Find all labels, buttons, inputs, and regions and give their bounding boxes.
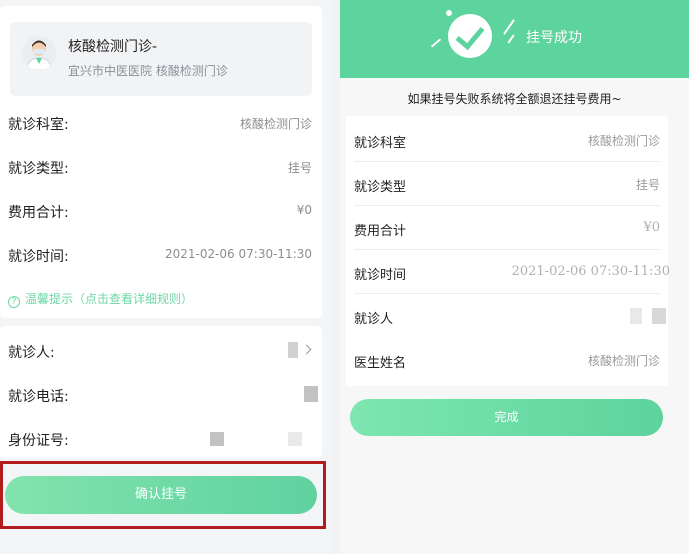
patient-name-redacted-2 [652, 308, 666, 324]
doctor-avatar [22, 36, 56, 70]
reminder-text: 温馨提示（点击查看详细规则） [25, 292, 194, 306]
refund-notice: 如果挂号失败系统将全额退还挂号费用~ [407, 92, 622, 106]
confirm-registration-screen: 核酸检测门诊- 宜兴市中医医院 核酸检测门诊 就诊科室: 核酸检测门诊 就诊类型… [0, 0, 330, 554]
department-row: 就诊科室: 核酸检测门诊 [8, 112, 312, 134]
visit-time-row: 就诊时间 2021-02-06 07:30-11:30 [354, 250, 670, 294]
chevron-right-icon [301, 344, 312, 355]
confirm-registration-button[interactable]: 确认挂号 [5, 476, 317, 514]
doctor-name-label: 医生姓名 [354, 356, 407, 371]
department-value: 核酸检测门诊 [587, 134, 660, 148]
department-label: 就诊科室 [354, 136, 407, 151]
sparkle-icon [446, 10, 452, 16]
visit-type-row: 就诊类型 挂号 [354, 162, 660, 206]
registration-details-card: 就诊科室 核酸检测门诊 就诊类型 挂号 费用合计 ¥0 就诊时间 2021-02… [346, 116, 670, 386]
fee-value: ¥0 [296, 203, 312, 217]
done-button[interactable]: 完成 [350, 399, 663, 436]
visit-time-row: 就诊时间: 2021-02-06 07:30-11:30 [8, 244, 312, 266]
patient-name-redacted [288, 342, 298, 358]
visit-type-row: 就诊类型: 挂号 [8, 156, 312, 178]
visit-type-label: 就诊类型 [354, 180, 407, 195]
success-title: 挂号成功 [526, 30, 582, 46]
visit-type-label: 就诊类型: [8, 161, 69, 177]
registration-info-card: 核酸检测门诊- 宜兴市中医医院 核酸检测门诊 就诊科室: 核酸检测门诊 就诊类型… [0, 6, 322, 318]
fee-row: 费用合计 ¥0 [354, 206, 660, 250]
phone-label: 就诊电话: [8, 389, 69, 405]
id-number-redacted-2 [288, 432, 302, 446]
visit-time-value: 2021-02-06 07:30-11:30 [511, 264, 670, 279]
visit-time-value: 2021-02-06 07:30-11:30 [164, 247, 312, 261]
department-value: 核酸检测门诊 [239, 117, 312, 131]
department-row: 就诊科室 核酸检测门诊 [354, 118, 660, 162]
visit-time-label: 就诊时间 [354, 268, 407, 283]
success-header: 挂号成功 [340, 0, 689, 78]
doctor-name-row: 医生姓名 核酸检测门诊 [354, 338, 660, 382]
sparkle-icon [430, 38, 442, 48]
help-icon: ? [8, 296, 20, 308]
fee-row: 费用合计: ¥0 [8, 200, 312, 222]
sparkle-icon [503, 19, 515, 35]
patient-name-redacted [630, 308, 642, 324]
reminder-link[interactable]: ? 温馨提示（点击查看详细规则） [8, 290, 193, 308]
visit-type-value: 挂号 [635, 178, 660, 192]
patient-row[interactable]: 就诊人: [8, 340, 312, 362]
sparkle-icon [507, 34, 515, 44]
fee-label: 费用合计: [8, 205, 69, 221]
phone-redacted [304, 386, 318, 402]
doctor-name-value: 核酸检测门诊 [587, 354, 660, 368]
patient-info-card: 就诊人: 就诊电话: 身份证号: [0, 326, 322, 458]
visit-type-value: 挂号 [287, 161, 312, 175]
patient-label: 就诊人: [8, 345, 55, 361]
id-number-row: 身份证号: [8, 428, 312, 450]
patient-label: 就诊人 [354, 312, 394, 327]
doctor-card: 核酸检测门诊- 宜兴市中医医院 核酸检测门诊 [10, 22, 312, 96]
patient-row: 就诊人 [354, 294, 666, 338]
doctor-name: 核酸检测门诊- [68, 39, 158, 55]
registration-success-screen: 挂号成功 如果挂号失败系统将全额退还挂号费用~ 就诊科室 核酸检测门诊 就诊类型… [340, 0, 689, 554]
visit-time-label: 就诊时间: [8, 249, 69, 265]
id-number-redacted [210, 432, 224, 446]
phone-row: 就诊电话: [8, 384, 318, 406]
id-number-label: 身份证号: [8, 433, 69, 449]
fee-value: ¥0 [643, 220, 660, 235]
hospital-department: 宜兴市中医医院 核酸检测门诊 [68, 64, 228, 78]
department-label: 就诊科室: [8, 117, 69, 133]
fee-label: 费用合计 [354, 224, 407, 239]
